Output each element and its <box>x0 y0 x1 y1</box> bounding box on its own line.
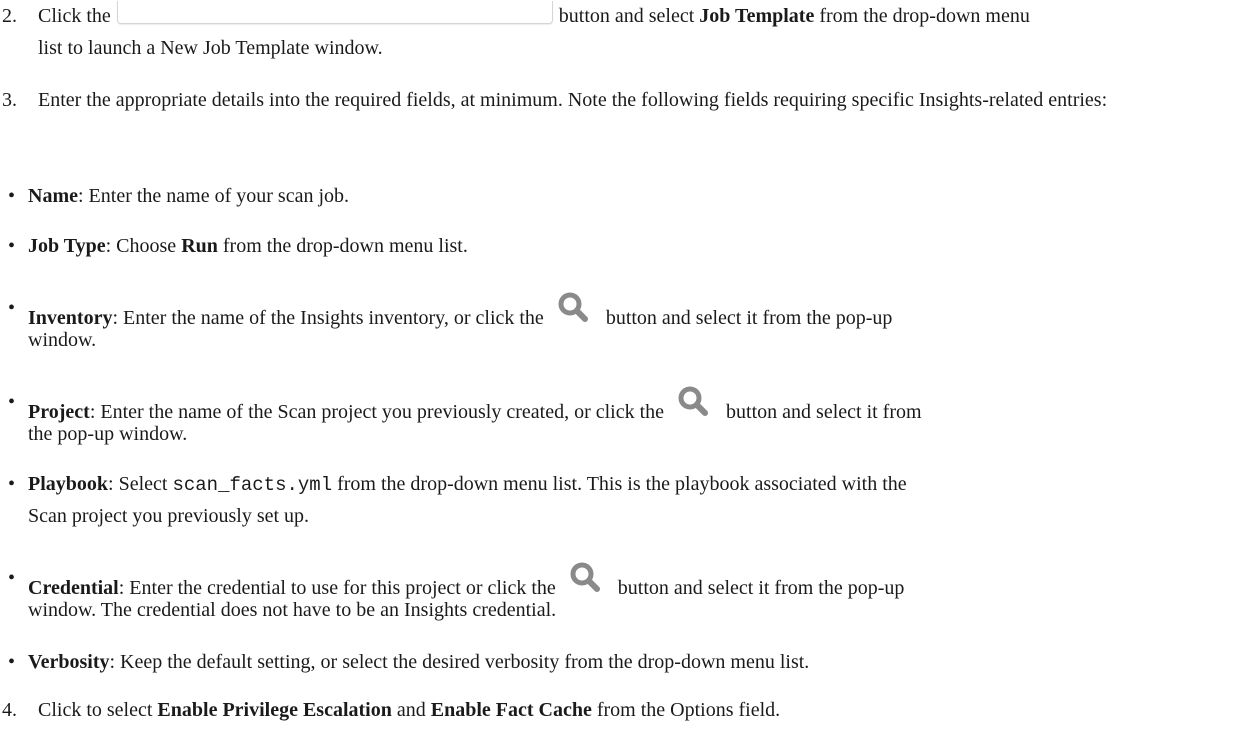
bullet-glyph: • <box>8 235 16 257</box>
bullet-glyph: • <box>8 473 16 495</box>
search-icon <box>673 386 717 420</box>
bullet-glyph: • <box>8 567 16 589</box>
bullet-glyph: • <box>8 391 16 413</box>
bullet-glyph: • <box>8 185 16 207</box>
search-icon <box>565 562 609 596</box>
step-2-line-2: list to launch a New Job Template window… <box>38 37 383 59</box>
step-2-line-1: Click the button and select Job Template … <box>38 0 1225 32</box>
add-button-image <box>116 1 553 24</box>
step-number: 2. <box>2 5 17 27</box>
document-page: 2. Click the button and select Job Templa… <box>0 0 1235 729</box>
bullet-glyph: • <box>8 297 16 319</box>
search-icon <box>553 292 597 326</box>
step-number: 3. <box>2 89 17 111</box>
bullet-glyph: • <box>8 651 16 673</box>
step-number: 4. <box>2 699 17 721</box>
playbook-filename: scan_facts.yml <box>172 474 333 496</box>
step-3-text: Enter the appropriate details into the r… <box>38 89 1108 111</box>
